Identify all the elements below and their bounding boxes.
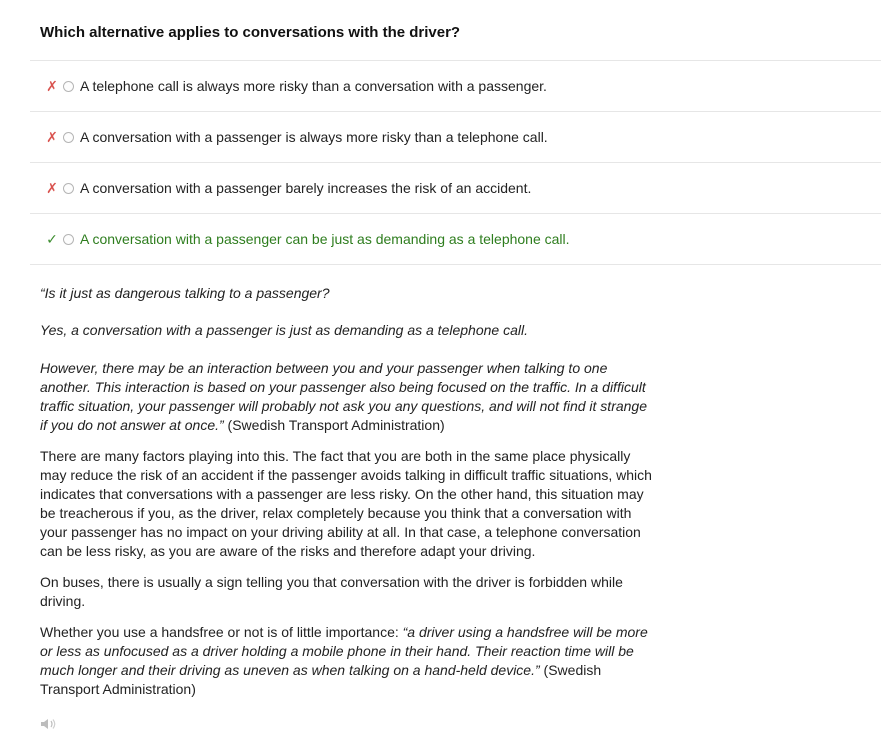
handsfree-lead: Whether you use a handsfree or not is of…: [40, 624, 403, 640]
explanation: “Is it just as dangerous talking to a pa…: [40, 284, 655, 711]
explanation-answer: Yes, a conversation with a passenger is …: [40, 322, 528, 338]
answer-text: A telephone call is always more risky th…: [80, 78, 547, 94]
answer-list: ✗ A telephone call is always more risky …: [30, 60, 881, 265]
explanation-quote: However, there may be an interaction bet…: [40, 359, 655, 435]
radio-button[interactable]: [63, 131, 74, 143]
question-title: Which alternative applies to conversatio…: [40, 24, 461, 41]
explanation-question: “Is it just as dangerous talking to a pa…: [40, 285, 330, 301]
radio-button[interactable]: [63, 80, 74, 92]
wrong-mark-icon: ✗: [46, 78, 58, 94]
answer-text: A conversation with a passenger barely i…: [80, 180, 532, 196]
wrong-mark-icon: ✗: [46, 129, 58, 145]
radio-button[interactable]: [63, 233, 74, 245]
explanation-handsfree: Whether you use a handsfree or not is of…: [40, 623, 655, 699]
answer-text: A conversation with a passenger can be j…: [80, 231, 570, 247]
quote-source: (Swedish Transport Administration): [223, 417, 445, 433]
radio-button[interactable]: [63, 182, 74, 194]
answer-option-4[interactable]: ✓ A conversation with a passenger can be…: [30, 213, 881, 265]
explanation-buses: On buses, there is usually a sign tellin…: [40, 574, 623, 609]
check-mark-icon: ✓: [46, 231, 58, 247]
answer-option-3[interactable]: ✗ A conversation with a passenger barely…: [30, 162, 881, 213]
wrong-mark-icon: ✗: [46, 180, 58, 196]
answer-option-1[interactable]: ✗ A telephone call is always more risky …: [30, 60, 881, 111]
explanation-factors: There are many factors playing into this…: [40, 448, 652, 559]
speaker-icon[interactable]: [40, 717, 60, 729]
answer-text: A conversation with a passenger is alway…: [80, 129, 548, 145]
answer-option-2[interactable]: ✗ A conversation with a passenger is alw…: [30, 111, 881, 162]
